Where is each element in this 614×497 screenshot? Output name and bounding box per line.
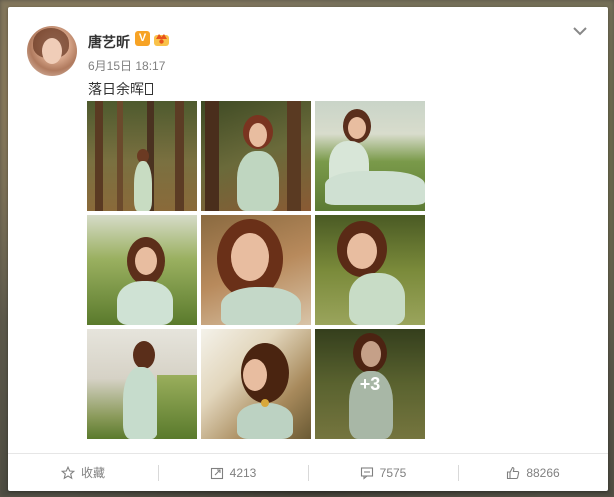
repost-count: 4213: [229, 465, 257, 480]
avatar-face: [42, 38, 62, 64]
photo-grid: +3: [87, 101, 427, 441]
favorite-button[interactable]: 收藏: [8, 454, 158, 491]
photo-2[interactable]: [201, 101, 311, 211]
comment-icon: [360, 466, 373, 480]
photo-6[interactable]: [315, 215, 425, 325]
missing-glyph-box: [145, 83, 153, 95]
photo-9[interactable]: +3: [315, 329, 425, 439]
post-time[interactable]: 6月15日 18:17: [88, 57, 165, 74]
verified-badge-icon: V: [135, 31, 150, 46]
like-button[interactable]: 88266: [458, 454, 608, 491]
photo-5[interactable]: [201, 215, 311, 325]
comment-count: 7575: [379, 465, 407, 480]
post-text: 落日余晖: [88, 79, 153, 99]
vip-crown-icon: [154, 34, 169, 46]
photo-8[interactable]: [201, 329, 311, 439]
photo-7[interactable]: [87, 329, 197, 439]
photo-3[interactable]: [315, 101, 425, 211]
more-photos-overlay[interactable]: +3: [315, 329, 425, 439]
chevron-down-icon[interactable]: [572, 24, 588, 38]
photo-1[interactable]: [87, 101, 197, 211]
comment-button[interactable]: 7575: [308, 454, 458, 491]
avatar[interactable]: [27, 26, 77, 76]
weibo-post-card: 唐艺昕 V 6月15日 18:17 落日余晖 +3 收藏 4213 7575 8…: [8, 7, 608, 491]
star-icon: [60, 465, 75, 479]
repost-button[interactable]: 4213: [158, 454, 308, 491]
like-count: 88266: [526, 465, 560, 480]
username[interactable]: 唐艺昕: [88, 32, 130, 52]
more-photos-count: +3: [359, 373, 381, 394]
action-bar: 收藏 4213 7575 88266: [8, 454, 608, 491]
post-text-content: 落日余晖: [88, 81, 144, 97]
repost-icon: [210, 467, 223, 479]
photo-4[interactable]: [87, 215, 197, 325]
favorite-label: 收藏: [80, 466, 105, 480]
thumbs-up-icon: [507, 466, 520, 479]
